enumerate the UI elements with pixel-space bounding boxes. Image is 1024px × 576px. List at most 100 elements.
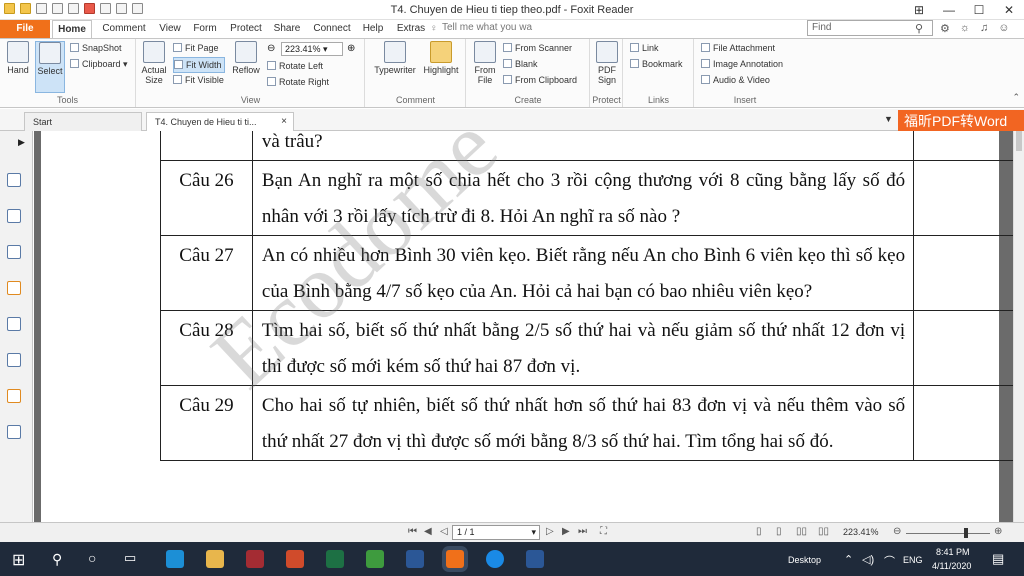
bookmark-button[interactable]: Bookmark [630, 57, 683, 71]
expand-pane-icon[interactable]: ▶ [18, 137, 25, 148]
foxit-reader-icon[interactable] [446, 550, 464, 568]
maximize-button[interactable]: ☐ [964, 0, 994, 20]
zoom-out-icon[interactable]: ⊖ [267, 43, 275, 54]
tab-current-document[interactable]: T4. Chuyen de Hieu ti ti... × [146, 112, 294, 131]
scrollbar-thumb[interactable] [1016, 131, 1022, 151]
blank-button[interactable]: Blank [503, 57, 538, 71]
signature-icon[interactable] [7, 353, 21, 367]
tab-view[interactable]: View [155, 20, 185, 38]
user-icon[interactable]: ☺ [998, 22, 1009, 35]
close-tab-icon[interactable]: × [281, 113, 287, 131]
next-page-icon[interactable]: ▶ [562, 526, 570, 537]
notification-icon[interactable]: ▤ [992, 551, 1004, 567]
clipboard-button[interactable]: Clipboard ▾ [70, 57, 128, 71]
tab-help[interactable]: Help [360, 20, 386, 38]
fit-width-button[interactable]: Fit Width [173, 57, 225, 73]
tab-extras[interactable]: Extras [394, 20, 428, 38]
cortana-icon[interactable]: ○ [88, 550, 96, 566]
page-number-input[interactable]: 1 / 1 ▾ [452, 525, 540, 540]
audio-video-button[interactable]: Audio & Video [701, 73, 770, 87]
language-indicator[interactable]: ENG [903, 555, 923, 565]
bell-icon[interactable]: ♫ [980, 22, 988, 35]
tab-comment[interactable]: Comment [100, 20, 148, 38]
zoom-select[interactable]: 223.41% ▾ [281, 42, 343, 56]
tab-share[interactable]: Share [272, 20, 302, 38]
typewriter-button[interactable]: Typewriter [372, 41, 418, 75]
next-view-icon[interactable]: ▷ [546, 526, 554, 537]
tab-list-icon[interactable]: ▼ [884, 114, 893, 124]
tab-form[interactable]: Form [190, 20, 220, 38]
reflow-button[interactable]: Reflow [229, 41, 263, 75]
highlight-button[interactable]: Highlight [420, 41, 462, 75]
file-attachment-button[interactable]: File Attachment [701, 41, 775, 55]
facing-icon[interactable]: ▯▯ [796, 526, 807, 537]
snapshot-button[interactable]: SnapShot [70, 41, 122, 55]
page-thumbnails-icon[interactable] [7, 173, 21, 187]
powerpoint-icon[interactable] [286, 550, 304, 568]
chevron-up-icon[interactable]: ⌃ [844, 553, 853, 566]
chevron-down-icon[interactable]: ▾ [531, 526, 536, 539]
lock-icon[interactable] [7, 389, 21, 403]
cover-icon[interactable]: ▯▯ [818, 526, 829, 537]
tab-file[interactable]: File [0, 20, 50, 38]
actual-size-button[interactable]: Actual Size [139, 41, 169, 85]
select-button[interactable]: Select [35, 41, 65, 93]
task-view-icon[interactable]: ▭ [124, 550, 136, 566]
link-button[interactable]: Link [630, 41, 659, 55]
skype-icon[interactable] [166, 550, 184, 568]
word-icon[interactable] [406, 550, 424, 568]
gear-icon[interactable]: ⚙ [940, 22, 950, 35]
from-scanner-button[interactable]: From Scanner [503, 41, 572, 55]
zoom-out-icon[interactable]: ⊖ [893, 526, 901, 537]
layers-icon[interactable] [7, 209, 21, 223]
first-page-icon[interactable]: ⏮ [408, 526, 417, 537]
tab-start[interactable]: Start [24, 112, 142, 131]
close-button[interactable]: ✕ [994, 0, 1024, 20]
collapse-ribbon-icon[interactable]: ⌃ [1012, 92, 1020, 103]
file-explorer-icon[interactable] [206, 550, 224, 568]
fit-page-button[interactable]: Fit Page [173, 41, 219, 55]
desktop-label[interactable]: Desktop [788, 555, 821, 565]
zalo-icon[interactable] [486, 550, 504, 568]
hand-button[interactable]: Hand [3, 41, 33, 75]
app-icon[interactable] [366, 550, 384, 568]
search-icon[interactable]: ⚲ [915, 22, 923, 35]
image-annotation-button[interactable]: Image Annotation [701, 57, 783, 71]
rotate-right-button[interactable]: Rotate Right [267, 75, 329, 89]
prev-view-icon[interactable]: ◁ [440, 526, 448, 537]
excel-icon[interactable] [326, 550, 344, 568]
clock-time[interactable]: 8:41 PM [936, 547, 970, 557]
search-doc-icon[interactable] [7, 425, 21, 439]
prev-page-icon[interactable]: ◀ [424, 526, 432, 537]
paperclip-icon[interactable] [7, 317, 21, 331]
single-page-icon[interactable]: ▯ [756, 526, 762, 537]
fit-visible-button[interactable]: Fit Visible [173, 73, 224, 87]
last-page-icon[interactable]: ⏭ [578, 526, 587, 537]
sun-icon[interactable]: ☼ [960, 22, 970, 35]
from-file-button[interactable]: From File [470, 41, 500, 85]
comments-icon[interactable] [7, 281, 21, 295]
minimize-button[interactable]: — [934, 0, 964, 20]
from-clipboard-button[interactable]: From Clipboard [503, 73, 577, 87]
ribbon-options-icon[interactable]: ⊞ [904, 0, 934, 20]
windows-start-icon[interactable]: ⊞ [12, 550, 25, 570]
word-icon[interactable] [526, 550, 544, 568]
zoom-slider[interactable] [906, 528, 990, 538]
attachments-icon[interactable] [7, 245, 21, 259]
access-icon[interactable] [246, 550, 264, 568]
rotate-left-button[interactable]: Rotate Left [267, 59, 323, 73]
pdf-sign-button[interactable]: PDF Sign [592, 41, 622, 85]
tab-protect[interactable]: Protect [228, 20, 264, 38]
network-icon[interactable]: ⌒ [884, 553, 895, 569]
zoom-in-icon[interactable]: ⊕ [994, 526, 1002, 537]
tab-home[interactable]: Home [52, 20, 92, 38]
promo-banner[interactable]: 福昕PDF转Word [898, 110, 1024, 132]
zoom-in-icon[interactable]: ⊕ [347, 43, 355, 54]
clock-date[interactable]: 4/11/2020 [932, 561, 971, 571]
zoom-slider-handle[interactable] [964, 528, 968, 538]
fullscreen-icon[interactable]: ⛶ [600, 526, 607, 537]
vertical-scrollbar[interactable] [1013, 131, 1024, 522]
volume-icon[interactable]: ◁) [862, 553, 874, 566]
search-icon[interactable]: ⚲ [52, 551, 62, 568]
tab-connect[interactable]: Connect [312, 20, 352, 38]
